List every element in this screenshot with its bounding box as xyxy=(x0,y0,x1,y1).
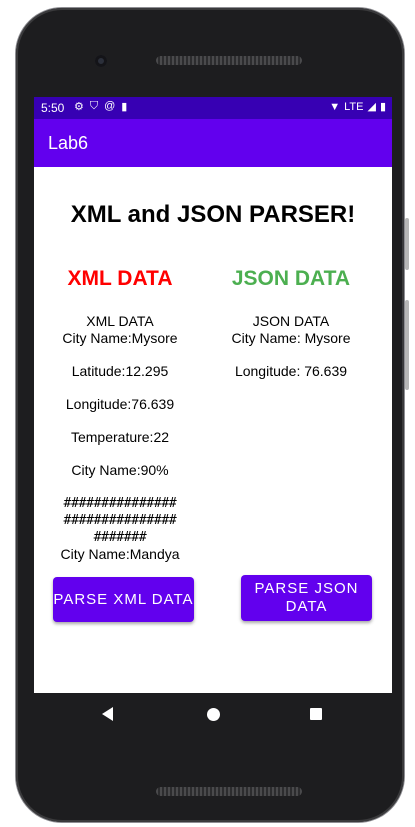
page-title: XML and JSON PARSER! xyxy=(70,201,356,228)
camera-icon xyxy=(95,55,107,67)
bottom-speaker xyxy=(156,787,302,796)
gear-icon: ⚙ xyxy=(74,101,84,113)
wifi-icon: ▼ xyxy=(329,100,341,113)
back-icon[interactable] xyxy=(102,707,113,721)
status-bar: 5:50 ⚙ ⛉ @ ▮ ▼ LTE ◢ ▮ xyxy=(34,97,392,119)
json-heading: JSON DATA xyxy=(231,267,351,290)
xml-line: Temperature:22 xyxy=(70,429,170,445)
xml-line: ####### xyxy=(93,530,147,545)
notification-icons: ⚙ ⛉ @ ▮ xyxy=(74,100,127,113)
battery-icon: ▮ xyxy=(379,101,386,113)
home-icon[interactable] xyxy=(207,708,220,721)
network-type: LTE xyxy=(344,100,364,113)
content-area: XML and JSON PARSER! XML DATA XML DATA C… xyxy=(34,167,392,693)
xml-line: Longitude:76.639 xyxy=(65,396,175,412)
volume-button xyxy=(405,300,409,390)
shield-icon: ⛉ xyxy=(89,100,99,112)
xml-line: XML DATA xyxy=(86,313,154,329)
navigation-bar xyxy=(34,693,392,737)
json-line: City Name: Mysore xyxy=(231,330,351,346)
xml-line: City Name:Mysore xyxy=(62,330,178,346)
xml-line: City Name:Mandya xyxy=(60,546,180,562)
recents-icon[interactable] xyxy=(310,708,322,720)
top-speaker xyxy=(156,56,302,65)
system-icons: ▼ LTE ◢ ▮ xyxy=(329,100,386,114)
xml-line: ############### xyxy=(63,513,177,528)
xml-output: XML DATA City Name:Mysore Latitude:12.29… xyxy=(35,313,205,563)
sd-card-icon: ▮ xyxy=(121,101,128,113)
app-bar: Lab6 xyxy=(34,119,392,167)
parse-xml-button[interactable]: PARSE XML DATA xyxy=(53,577,194,622)
json-column: JSON DATA JSON DATA City Name: Mysore Lo… xyxy=(206,267,376,380)
xml-line: ############### xyxy=(63,496,177,511)
signal-icon: ◢ xyxy=(367,101,376,113)
parse-json-button[interactable]: PARSE JSON DATA xyxy=(241,575,372,621)
app-title: Lab6 xyxy=(48,133,89,153)
at-icon: @ xyxy=(104,100,116,112)
status-time: 5:50 xyxy=(41,101,65,115)
json-output: JSON DATA City Name: Mysore Longitude: 7… xyxy=(206,313,376,380)
xml-column: XML DATA XML DATA City Name:Mysore Latit… xyxy=(35,267,205,563)
power-button xyxy=(405,218,409,270)
json-line: JSON DATA xyxy=(252,313,330,329)
screen: 5:50 ⚙ ⛉ @ ▮ ▼ LTE ◢ ▮ Lab6 XML and JSON… xyxy=(34,97,392,693)
xml-heading: XML DATA xyxy=(67,267,173,290)
xml-line: Latitude:12.295 xyxy=(71,363,169,379)
xml-line: City Name:90% xyxy=(71,462,169,478)
json-line: Longitude: 76.639 xyxy=(234,363,348,379)
